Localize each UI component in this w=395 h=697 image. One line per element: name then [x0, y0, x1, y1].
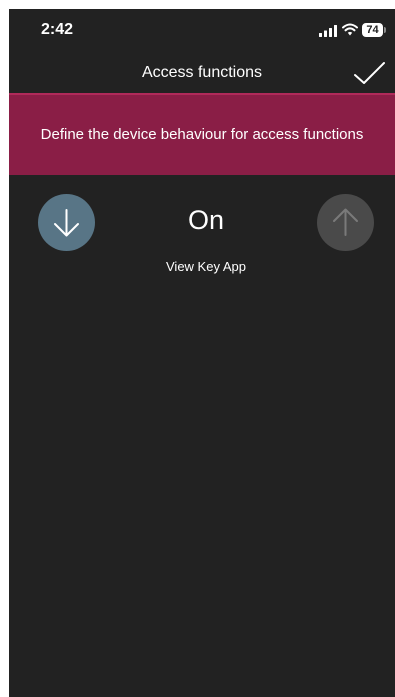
arrow-down-icon	[54, 209, 79, 237]
signal-icon	[319, 25, 337, 37]
confirm-button[interactable]	[349, 57, 389, 89]
battery-icon: 74	[362, 23, 386, 37]
selected-value: On	[187, 205, 225, 235]
status-time: 2:42	[41, 21, 74, 38]
battery-level: 74	[362, 23, 383, 37]
battery-tip	[384, 27, 386, 33]
arrow-up-icon	[333, 208, 358, 236]
info-banner: Define the device behaviour for access f…	[9, 93, 395, 175]
wifi-icon	[342, 23, 358, 36]
page-title: Access functions	[141, 64, 263, 81]
next-option-button[interactable]	[317, 194, 374, 251]
navigation-bar: Access functions	[9, 53, 395, 93]
app-screen: 2:42 74 Access functions Define the devi…	[9, 9, 395, 697]
checkmark-icon	[354, 62, 385, 84]
banner-text: Define the device behaviour for access f…	[40, 126, 364, 143]
selected-value-description: View Key App	[166, 259, 246, 274]
previous-option-button[interactable]	[38, 194, 95, 251]
status-bar: 2:42 74	[9, 9, 395, 53]
